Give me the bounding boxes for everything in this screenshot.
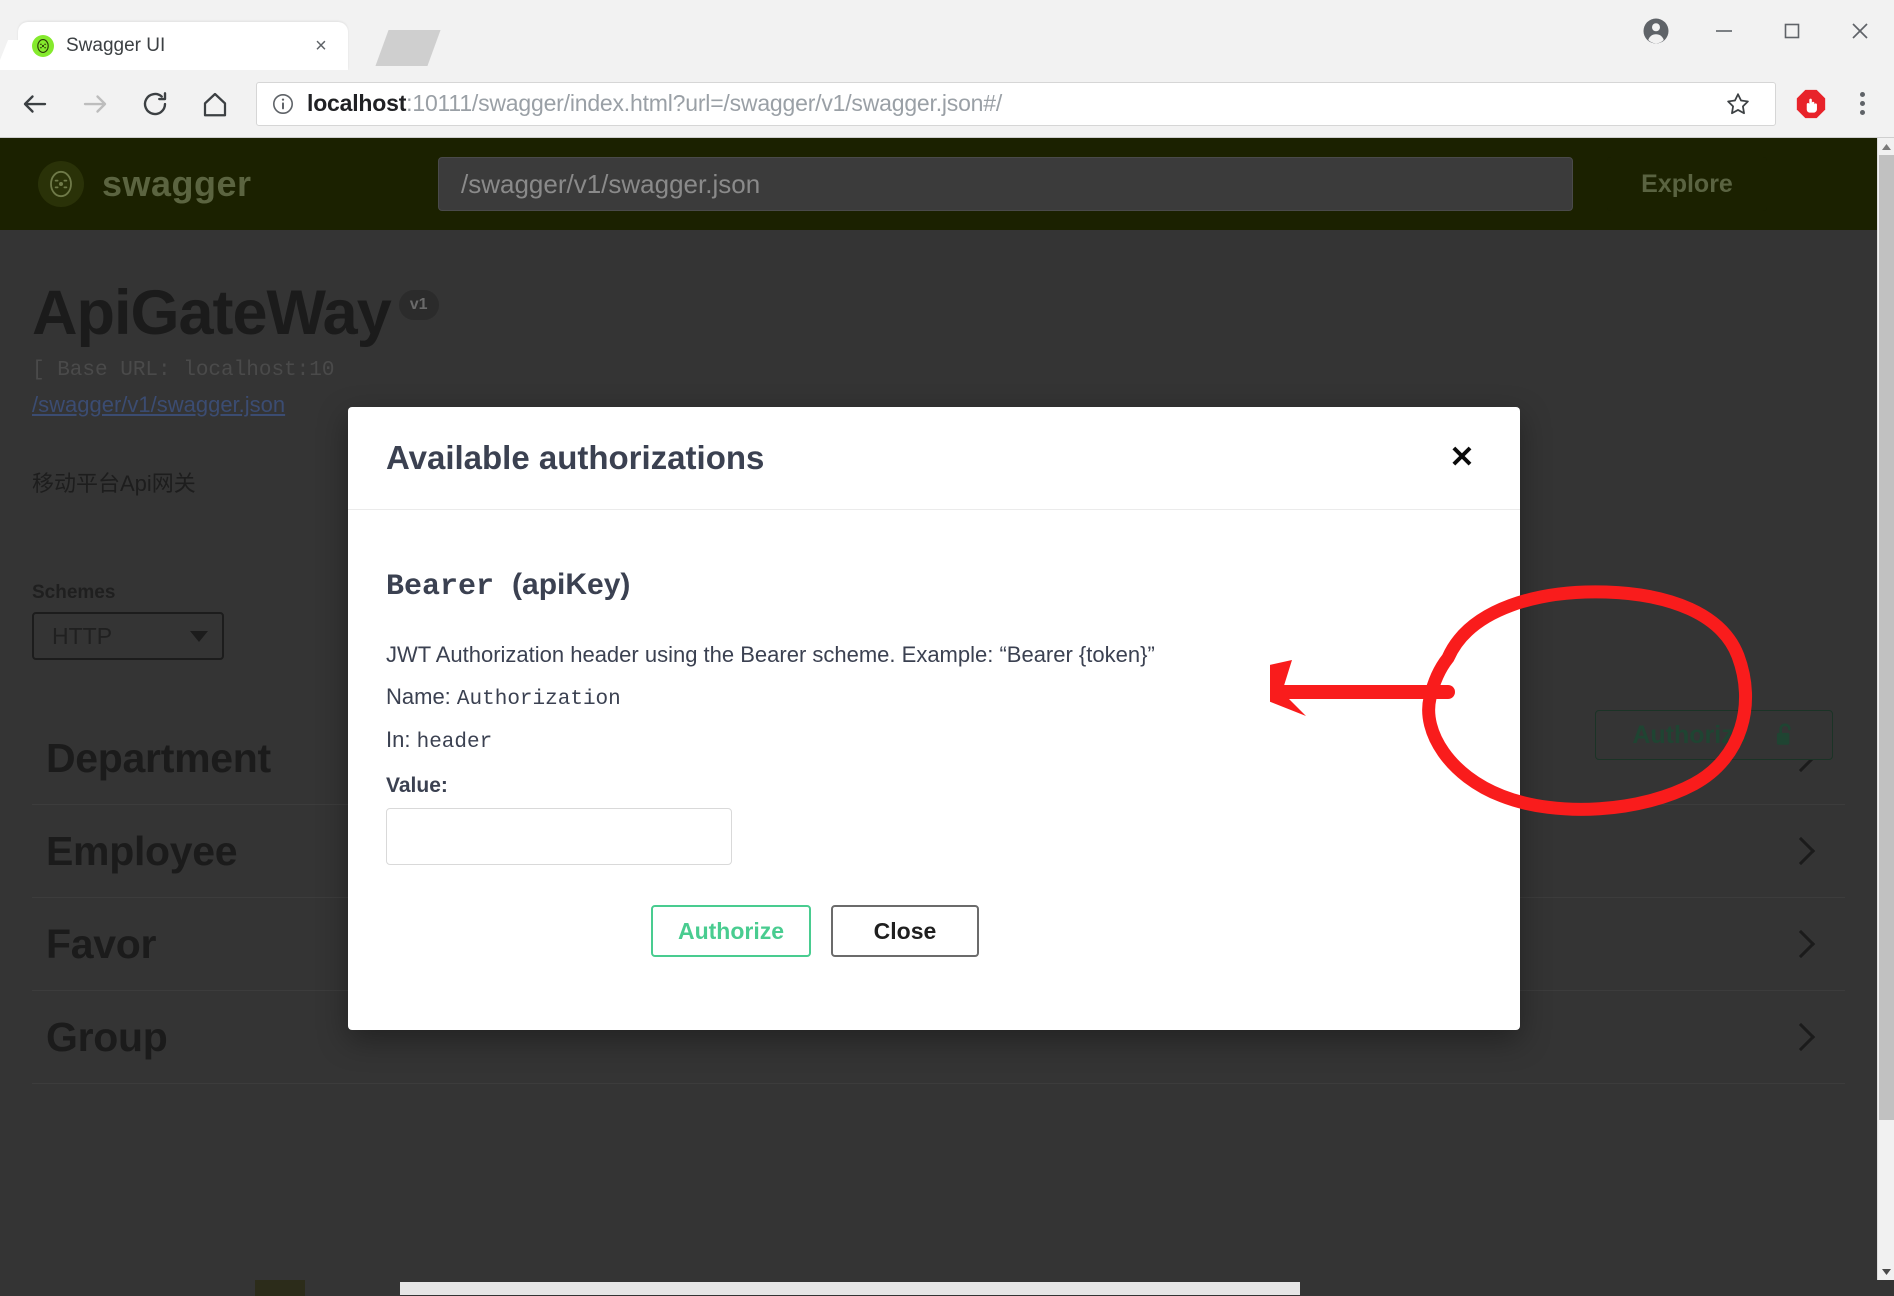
menu-dot <box>1859 101 1865 106</box>
authorize-row: Authorize <box>1595 710 1833 760</box>
spec-url-value: /swagger/v1/swagger.json <box>461 168 761 199</box>
swagger-logo[interactable]: swagger <box>38 161 438 207</box>
name-label: Name: <box>386 684 451 709</box>
horizontal-scrollbar-track-left <box>255 1280 305 1296</box>
swagger-favicon-icon <box>32 35 54 57</box>
menu-dot <box>1859 110 1865 115</box>
security-scheme-description: JWT Authorization header using the Beare… <box>386 642 1155 667</box>
tab-strip: Swagger UI × <box>0 22 1400 70</box>
tag-name: Department <box>46 734 271 781</box>
api-version-badge: v1 <box>398 290 439 320</box>
available-authorizations-modal: Available authorizations ✕ Bearer (apiKe… <box>348 407 1520 1030</box>
security-scheme-in-row: In: header <box>386 727 1482 754</box>
url-path: :10111/swagger/index.html?url=/swagger/v… <box>406 90 1003 116</box>
browser-tab-swagger-ui[interactable]: Swagger UI × <box>18 22 348 70</box>
name-value: Authorization <box>456 688 621 711</box>
security-scheme-name: Bearer <box>386 570 495 604</box>
reload-icon[interactable] <box>130 79 180 129</box>
url-host: localhost <box>307 90 407 116</box>
authorize-button[interactable]: Authorize <box>1595 710 1833 760</box>
browser-window: Swagger UI × localhost:10111/swagger/ind… <box>0 0 1894 1296</box>
tag-name: Favor <box>46 920 157 967</box>
base-url-text: [ Base URL: localhost:10 <box>32 359 335 382</box>
vertical-scrollbar-thumb[interactable] <box>1879 155 1894 1120</box>
back-arrow-icon[interactable] <box>10 79 60 129</box>
modal-header: Available authorizations ✕ <box>348 407 1520 510</box>
in-value: header <box>416 731 493 754</box>
modal-authorize-button[interactable]: Authorize <box>651 905 811 957</box>
home-icon[interactable] <box>190 79 240 129</box>
chrome-menu-icon[interactable] <box>1838 77 1886 131</box>
window-controls <box>1622 0 1894 62</box>
scroll-up-arrow-icon[interactable] <box>1878 138 1894 155</box>
unlocked-padlock-icon <box>1774 722 1796 748</box>
spec-json-link[interactable]: /swagger/v1/swagger.json <box>32 392 285 418</box>
bookmark-star-icon[interactable] <box>1715 82 1761 126</box>
chevron-down-icon <box>190 630 208 642</box>
chevron-right-icon[interactable] <box>1786 836 1816 866</box>
security-scheme-type: (apiKey) <box>512 568 631 601</box>
vertical-scrollbar[interactable] <box>1877 138 1894 1280</box>
new-tab-button[interactable] <box>375 30 441 66</box>
swagger-logo-icon <box>38 161 84 207</box>
value-label: Value: <box>386 774 448 797</box>
schemes-selected-value: HTTP <box>52 622 113 649</box>
tag-name: Employee <box>46 827 238 874</box>
in-label: In: <box>386 727 411 752</box>
modal-actions: Authorize Close <box>386 905 1482 957</box>
browser-titlebar: Swagger UI × <box>0 0 1894 70</box>
profile-icon[interactable] <box>1622 0 1690 62</box>
horizontal-scrollbar[interactable] <box>0 1280 1894 1296</box>
url-text: localhost:10111/swagger/index.html?url=/… <box>307 90 1002 117</box>
address-bar[interactable]: localhost:10111/swagger/index.html?url=/… <box>256 81 1776 126</box>
explore-button[interactable]: Explore <box>1607 157 1767 211</box>
window-minimize-button[interactable] <box>1690 0 1758 62</box>
browser-toolbar: localhost:10111/swagger/index.html?url=/… <box>0 70 1894 138</box>
forward-arrow-icon <box>70 79 120 129</box>
adblock-icon[interactable] <box>1784 77 1838 131</box>
value-input[interactable] <box>386 808 732 865</box>
swagger-logo-text: swagger <box>102 163 252 204</box>
modal-close-button[interactable]: Close <box>831 905 979 957</box>
window-maximize-button[interactable] <box>1758 0 1826 62</box>
api-title-row: ApiGateWay v1 <box>32 282 1845 345</box>
tag-name: Group <box>46 1013 168 1060</box>
menu-dot <box>1859 92 1865 97</box>
spec-url-input[interactable]: /swagger/v1/swagger.json <box>438 157 1573 211</box>
modal-body: Bearer (apiKey) JWT Authorization header… <box>348 510 1520 957</box>
authorize-button-label: Authorize <box>1632 720 1748 749</box>
site-info-icon[interactable] <box>271 92 295 116</box>
security-scheme-heading: Bearer (apiKey) <box>386 568 1482 604</box>
schemes-select[interactable]: HTTP <box>32 612 224 660</box>
security-scheme-name-row: Name: Authorization <box>386 684 1482 711</box>
horizontal-scrollbar-thumb[interactable] <box>400 1282 1300 1295</box>
close-icon[interactable]: ✕ <box>1442 438 1482 478</box>
tab-title: Swagger UI <box>66 35 166 56</box>
page-title: ApiGateWay <box>32 278 392 348</box>
chevron-right-icon[interactable] <box>1786 929 1816 959</box>
window-close-button[interactable] <box>1826 0 1894 62</box>
scroll-down-arrow-icon[interactable] <box>1878 1263 1894 1280</box>
tab-close-icon[interactable]: × <box>308 33 334 59</box>
chevron-right-icon[interactable] <box>1786 1022 1816 1052</box>
swagger-topbar: swagger /swagger/v1/swagger.json Explore <box>0 138 1877 230</box>
modal-title: Available authorizations <box>386 439 765 476</box>
